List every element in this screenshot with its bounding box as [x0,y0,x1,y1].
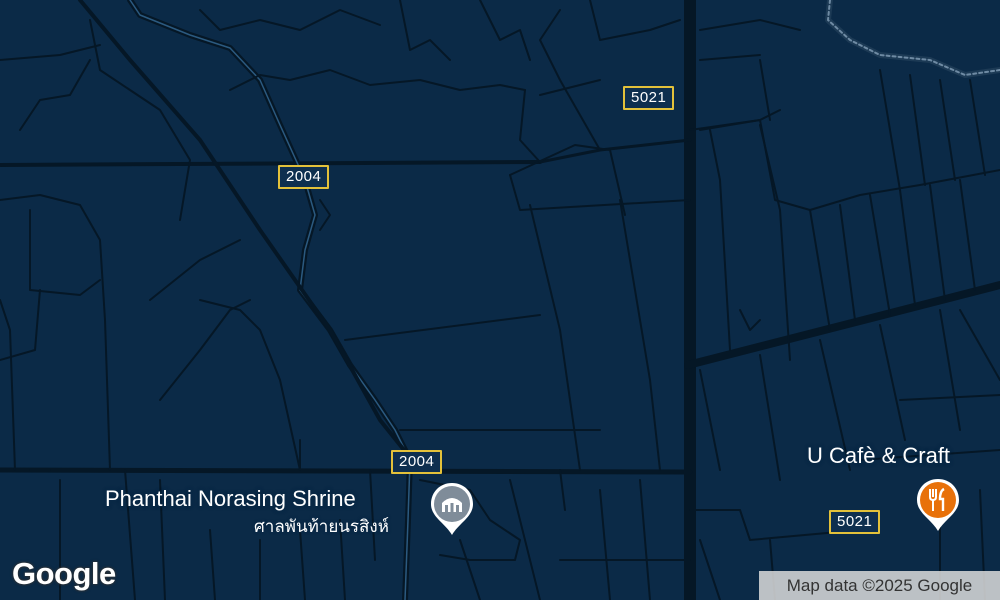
map-attribution[interactable]: Map data ©2025 Google [759,571,1000,600]
road-shield-5021: 5021 [829,510,881,534]
restaurant-icon[interactable] [914,477,962,533]
google-logo: Google [12,556,116,591]
road-shield-2004: 2004 [391,450,443,474]
map-canvas[interactable]: 2004 2004 5021 5021 Phanthai Norasing Sh… [0,0,1000,600]
road-shield-5021: 5021 [623,86,675,110]
shrine-icon[interactable] [428,481,476,537]
poi-label-cafe[interactable]: U Cafè & Craft [807,443,950,469]
poi-sublabel-shrine[interactable]: ศาลพันท้ายนรสิงห์ [254,513,389,540]
poi-label-shrine[interactable]: Phanthai Norasing Shrine [105,486,356,512]
road-shield-2004: 2004 [278,165,330,189]
